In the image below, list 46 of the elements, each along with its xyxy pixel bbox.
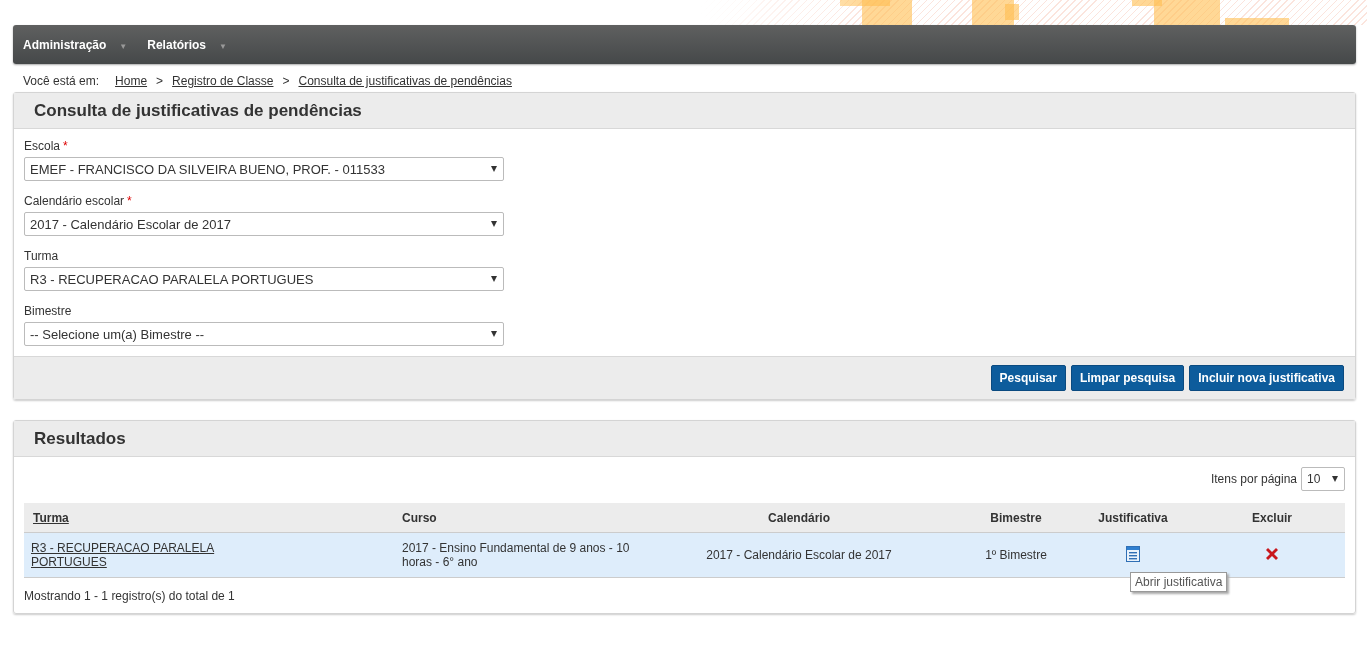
field-label: Bimestre	[24, 304, 72, 318]
table-cell: 2017 - Calendário Escolar de 2017	[633, 532, 965, 578]
breadcrumb-separator: >	[156, 74, 164, 88]
caret-icon	[1332, 476, 1338, 482]
sortable-column-header[interactable]: Turma	[24, 503, 392, 533]
page-size-label: Itens por página	[1210, 472, 1297, 486]
column-header: Excluir	[1199, 503, 1345, 533]
caret-icon	[491, 221, 497, 227]
breadcrumb-separator: >	[282, 74, 290, 88]
field-label: Escola	[24, 139, 61, 153]
action-button[interactable]: Incluir nova justificativa	[1189, 365, 1344, 391]
tooltip: Abrir justificativa	[1130, 571, 1228, 592]
page-size-dropdown[interactable]: 10	[1301, 467, 1345, 491]
panel-title: Resultados	[34, 428, 126, 449]
table-cell: 1º Bimestre	[965, 532, 1067, 578]
dropdown-field[interactable]: EMEF - FRANCISCO DA SILVEIRA BUENO, PROF. - 011533	[24, 157, 504, 181]
breadcrumb-link[interactable]: Consulta de justificativas de pendências	[298, 74, 512, 88]
menu-item[interactable]: Relatórios ▼	[147, 37, 227, 52]
required-marker: *	[63, 139, 68, 153]
results-summary: Mostrando 1 - 1 registro(s) do total de 1	[24, 589, 236, 603]
action-button[interactable]: Limpar pesquisa	[1070, 365, 1185, 391]
caret-icon	[491, 276, 497, 282]
breadcrumb-link[interactable]: Registro de Classe	[172, 74, 274, 88]
field-label: Turma	[24, 249, 59, 263]
turma-link[interactable]: R3 - RECUPERACAO PARALELA PORTUGUES	[31, 541, 231, 569]
dropdown-field[interactable]: 2017 - Calendário Escolar de 2017	[24, 212, 504, 236]
breadcrumb-link[interactable]: Home	[115, 74, 148, 88]
caret-icon	[491, 166, 497, 172]
panel-title: Consulta de justificativas de pendências	[34, 100, 362, 121]
menu-item[interactable]: Administração ▼	[23, 37, 128, 52]
caret-icon: ▼	[218, 41, 227, 51]
dropdown-field[interactable]: -- Selecione um(a) Bimestre --	[24, 322, 504, 346]
column-header: Justificativa	[1067, 503, 1199, 533]
document-icon[interactable]	[1126, 545, 1140, 562]
breadcrumb-label: Você está em:	[23, 74, 100, 88]
table-cell: 2017 - Ensino Fundamental de 9 anos - 10 horas - 6° ano	[392, 532, 633, 578]
column-header: Curso	[392, 503, 633, 533]
column-header: Bimestre	[965, 503, 1067, 533]
field-label: Calendário escolar	[24, 194, 125, 208]
caret-icon	[491, 331, 497, 337]
caret-icon: ▼	[119, 41, 128, 51]
dropdown-field[interactable]: R3 - RECUPERACAO PARALELA PORTUGUES	[24, 267, 504, 291]
delete-icon[interactable]	[1264, 545, 1280, 562]
required-marker: *	[127, 194, 132, 208]
action-button[interactable]: Pesquisar	[990, 365, 1066, 391]
column-header: Calendário	[633, 503, 965, 533]
